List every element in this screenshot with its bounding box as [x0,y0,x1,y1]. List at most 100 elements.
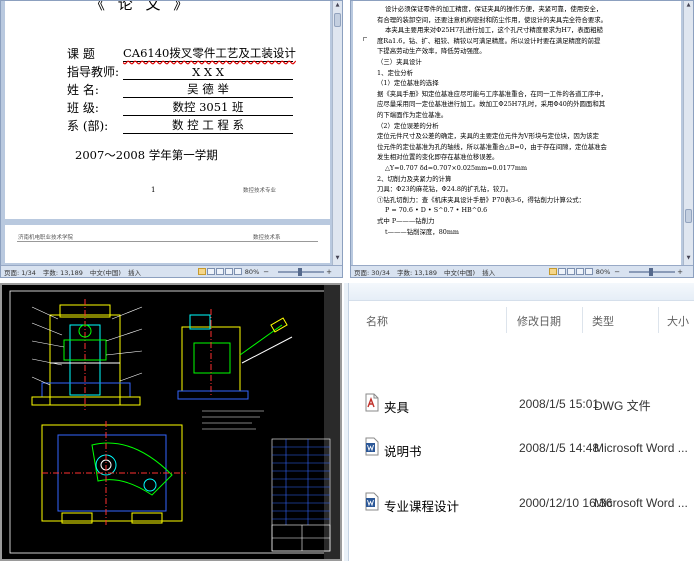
cad-drawing-viewport[interactable] [0,283,342,561]
status-words[interactable]: 字数: 13,189 [397,267,437,277]
dwg-file-icon [365,393,379,412]
department-value[interactable]: 数 控 工 程 系 [123,117,293,134]
body-text-line: 刀具：Φ23的麻花钻，Φ24.8的扩孔钻，铰刀。 [377,185,513,194]
view-buttons [197,268,242,275]
zoom-slider[interactable] [629,267,676,276]
column-header-date[interactable]: 修改日期 [517,313,561,329]
side-view [177,309,293,400]
fullscreen-view-icon[interactable] [557,268,566,275]
web-view-icon[interactable] [215,268,224,275]
word-window-cover: 《 论 文 》 课 题 CA6140拨叉零件工艺及工装设计 指导教师: X X … [0,0,343,278]
status-page[interactable]: 页面: 1/34 [4,267,36,277]
header-right-text: 数控技术系 [253,235,281,241]
status-language[interactable]: 中文(中国) [90,267,121,277]
field-label: 班 级: [67,101,99,115]
header-rule [17,241,318,242]
fixture-assembly-drawing [9,285,340,559]
zoom-in-icon[interactable]: + [326,268,332,276]
file-row[interactable]: 说明书 2008/1/5 14:48 Microsoft Word ... [344,431,694,467]
scroll-down-icon[interactable]: ▼ [685,255,692,262]
body-text-line: 设计必须保证零件的加工精度，保证夹具的操作方便，夹紧可靠，使用安全， [385,5,603,13]
field-label: 姓 名: [67,83,99,97]
body-text-line: （三）夹具设计 [377,58,422,66]
zoom-level[interactable]: 80% [245,268,259,276]
zoom-in-icon[interactable]: + [677,268,683,276]
draft-view-icon[interactable] [233,268,242,275]
body-text-line: t———钻削深度，80mm [385,227,459,236]
zoom-control: 80% − + [245,267,339,276]
class-value[interactable]: 数控 3051 班 [123,99,293,116]
advisor-value[interactable]: X X X [123,65,293,80]
field-department: 系 (部): 数 控 工 程 系 [67,117,293,134]
file-type: Microsoft Word ... [594,441,688,455]
file-type: DWG 文件 [594,399,651,413]
zoom-out-icon[interactable]: − [263,268,269,276]
zoom-control: 80% − + [596,267,690,276]
scroll-down-icon[interactable]: ▼ [334,255,341,262]
status-insert[interactable]: 插入 [482,267,495,277]
next-page: 济南机电职业技术学院 数控技术系 [5,225,330,263]
file-name: 说明书 [384,445,422,459]
column-header-name[interactable]: 名称 [366,313,388,329]
status-bar: 页面: 30/34 字数: 13,189 中文(中国) 插入 80% − + [351,265,693,277]
drawing-border [9,290,333,554]
web-view-icon[interactable] [566,268,575,275]
semester-text: 2007～2008 学年第一学期 [75,148,218,162]
body-text-line: （2）定位误差的分析 [377,121,439,130]
field-label: 指导教师: [67,65,120,79]
scroll-up-icon[interactable]: ▲ [685,2,692,9]
column-header-type[interactable]: 类型 [592,313,614,329]
print-layout-view-icon[interactable] [548,268,557,275]
body-text-line: （1）定位基准的选择 [377,79,439,88]
file-row[interactable]: 夹具 2008/1/5 15:01 DWG 文件 [344,387,694,423]
file-type: Microsoft Word ... [594,496,688,510]
scroll-up-icon[interactable]: ▲ [334,2,341,9]
status-page[interactable]: 页面: 30/34 [354,267,390,277]
name-value[interactable]: 吴 德 举 [123,81,293,98]
body-text-line: 1、定位分析 [377,68,414,77]
header-divider [658,307,659,333]
status-language[interactable]: 中文(中国) [444,267,475,277]
body-text-line: 下提高劳动生产效率，降低劳动强度。 [377,47,486,56]
field-advisor: 指导教师: X X X [67,63,293,80]
page-footer-text: 数控技术专业 [243,188,277,194]
vertical-scrollbar[interactable]: ▲ ▼ [683,1,693,265]
body-text-line: 式中 P———钻削力 [377,217,435,225]
cad-scroll-strip [324,285,340,559]
cover-title-fragment: 《 论 文 》 [90,0,193,13]
body-text-line: 定位元件尺寸及公差的确定，夹具的主要定位元件为V形块与定位块，因为该定 [377,132,599,141]
field-name: 姓 名: 吴 德 举 [67,81,293,98]
draft-view-icon[interactable] [584,268,593,275]
title-block [271,438,331,552]
scroll-thumb[interactable] [334,13,341,27]
page-number: 1 [151,186,156,194]
header-divider [582,307,583,333]
body-text-line: 有合理的装卸空间，还要注意机构密封和防尘作用，使设计的夹具完全符合要求。 [377,15,608,24]
zoom-out-icon[interactable]: − [614,268,620,276]
file-row[interactable]: 专业课程设计 2000/12/10 16:36 Microsoft Word .… [344,486,694,522]
word-file-icon [365,437,379,456]
status-words[interactable]: 字数: 13,189 [43,267,83,277]
fullscreen-view-icon[interactable] [206,268,215,275]
print-layout-view-icon[interactable] [197,268,206,275]
file-name: 夹具 [384,401,410,415]
body-text-line: ①钻孔切削力：查《机床夹具设计手册》P70表3-6，得钻削力计算公式： [377,195,586,204]
outline-view-icon[interactable] [575,268,584,275]
file-name: 专业课程设计 [384,500,460,514]
field-topic: 课 题 CA6140拨叉零件工艺及工装设计 [67,45,296,62]
word-file-icon [365,492,379,511]
zoom-slider[interactable] [278,267,325,276]
body-page: 设计必须保证零件的加工精度，保证夹具的操作方便，夹紧可靠，使用安全， 有合理的装卸… [353,1,681,265]
topic-value[interactable]: CA6140拨叉零件工艺及工装设计 [123,45,296,62]
word-window-body: 设计必须保证零件的加工精度，保证夹具的操作方便，夹紧可靠，使用安全， 有合理的装卸… [350,0,694,278]
zoom-level[interactable]: 80% [596,268,610,276]
body-text-line: 位元件的定位基准为孔的轴线，所以基准重合△B=0，由于存在间隙，定位基准会 [377,142,607,151]
scroll-thumb[interactable] [685,209,692,223]
outline-view-icon[interactable] [224,268,233,275]
file-date: 2008/1/5 15:01 [519,397,600,411]
body-text-line: 应尽量采用同一定位基准进行加工。故加工Φ25H7孔时，采用Φ40的外圆面和其 [377,100,606,109]
column-header-size[interactable]: 大小 [667,313,689,329]
field-class: 班 级: 数控 3051 班 [67,99,293,116]
status-insert[interactable]: 插入 [128,267,141,277]
vertical-scrollbar[interactable]: ▲ ▼ [332,1,342,265]
